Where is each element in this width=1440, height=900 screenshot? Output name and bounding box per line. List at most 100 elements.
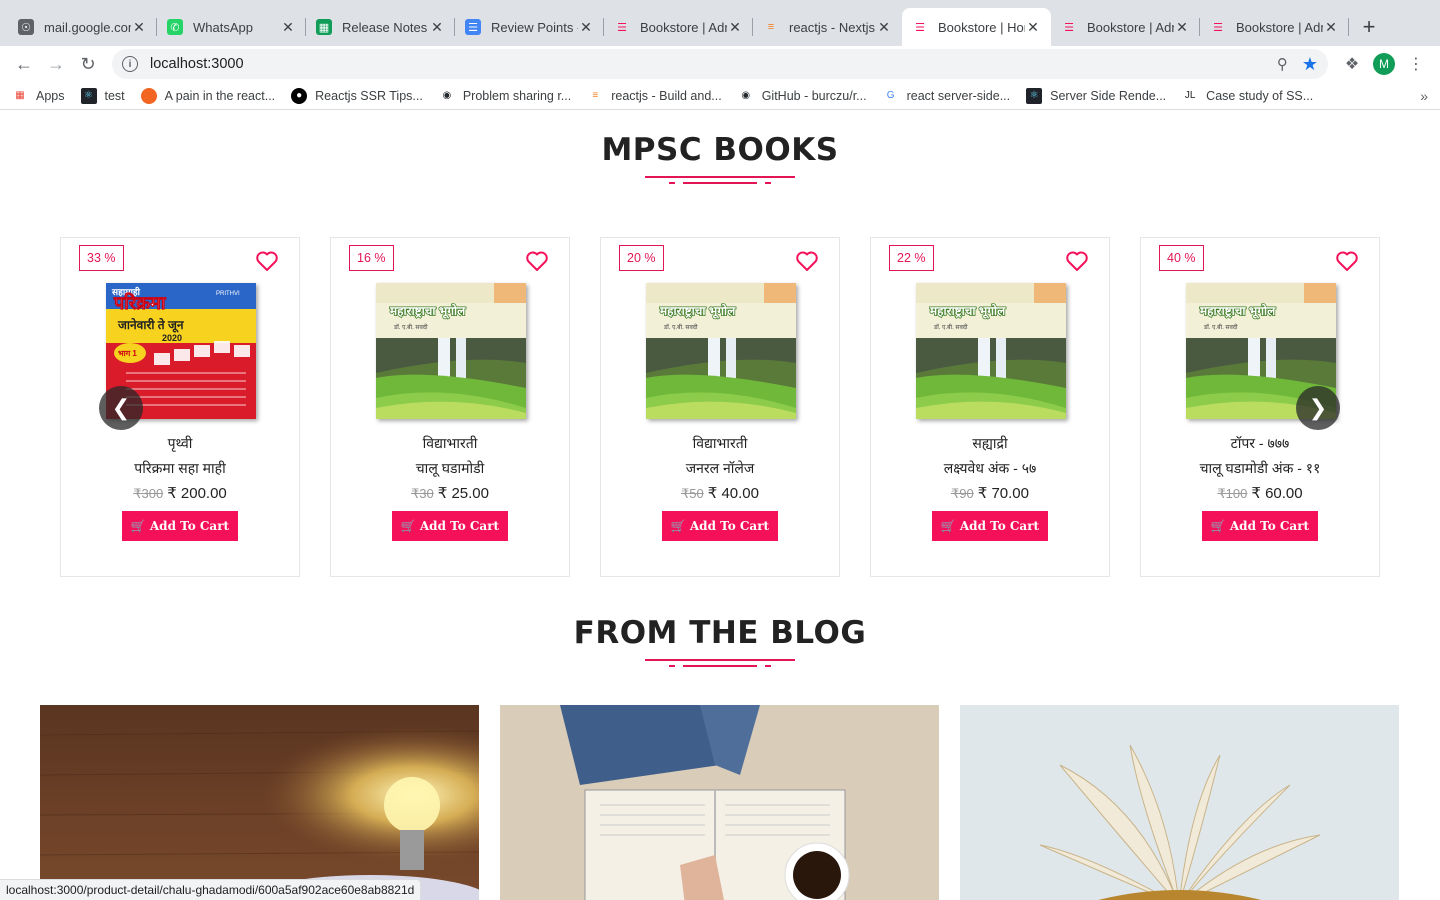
- bookmark-item[interactable]: ▦ Apps: [12, 88, 64, 104]
- close-icon[interactable]: ✕: [429, 19, 445, 36]
- browser-tab[interactable]: ☰ Bookstore | Adm ✕: [604, 8, 753, 46]
- close-icon[interactable]: ✕: [131, 19, 147, 36]
- book-cover-image: महाराष्ट्राचा भूगोल डॉ. ए.बी. सवदी: [916, 283, 1066, 419]
- book-cover-image: महाराष्ट्राचा भूगोल डॉ. ए.बी. सवदी: [376, 283, 526, 419]
- section-title: FROM THE BLOG: [573, 615, 867, 651]
- book-cover-image: महाराष्ट्राचा भूगोल डॉ. ए.बी. सवदी: [646, 283, 796, 419]
- heart-icon[interactable]: [525, 250, 549, 272]
- blog-image-lightbulb[interactable]: [40, 705, 479, 900]
- apps-grid-icon: ▦: [15, 90, 25, 101]
- book-card[interactable]: 22 % महाराष्ट्राचा भूगोल डॉ. ए.बी. सवदी सह्…: [870, 237, 1110, 577]
- book-publisher: विद्याभारती: [692, 435, 748, 451]
- menu-button[interactable]: ⋮: [1400, 48, 1432, 80]
- avatar: M: [1373, 53, 1395, 75]
- book-cover[interactable]: महाराष्ट्राचा भूगोल डॉ. ए.बी. सवदी: [916, 283, 1066, 419]
- heart-icon[interactable]: [795, 250, 819, 272]
- blog-image-open-book[interactable]: [960, 705, 1399, 900]
- book-cover[interactable]: महाराष्ट्राचा भूगोल डॉ. ए.बी. सवदी: [376, 283, 526, 419]
- book-card[interactable]: 40 % महाराष्ट्राचा भूगोल डॉ. ए.बी. सवदी टॉप…: [1140, 237, 1380, 577]
- browser-tab[interactable]: ✆ WhatsApp ✕: [157, 8, 306, 46]
- blog-image-reading[interactable]: [500, 705, 939, 900]
- heart-icon[interactable]: [1065, 250, 1089, 272]
- book-title[interactable]: चालू घडामोडी अंक - ११: [1141, 459, 1379, 478]
- browser-tab[interactable]: ☉ mail.google.com ✕: [8, 8, 157, 46]
- blog-section-header: FROM THE BLOG: [0, 615, 1440, 671]
- books-section-header: MPSC BOOKS: [0, 132, 1440, 188]
- book-title[interactable]: चालू घडामोडी: [331, 459, 569, 478]
- cover-author-text: डॉ. ए.बी. सवदी: [663, 323, 698, 331]
- add-to-cart-label: Add To Cart: [149, 519, 230, 533]
- close-icon[interactable]: ✕: [1323, 19, 1339, 36]
- close-icon[interactable]: ✕: [727, 19, 743, 36]
- cart-icon: 🛒: [130, 519, 146, 533]
- address-url[interactable]: localhost:3000: [150, 56, 1263, 72]
- book-card[interactable]: 20 % महाराष्ट्राचा भूगोल डॉ. ए.बी. सवदी विद…: [600, 237, 840, 577]
- carousel-prev-button[interactable]: ❮: [99, 386, 143, 430]
- close-icon[interactable]: ✕: [578, 19, 594, 36]
- bookmarks-overflow-button[interactable]: »: [1420, 88, 1428, 104]
- carousel-next-button[interactable]: ❯: [1296, 386, 1340, 430]
- bookmark-item[interactable]: JL Case study of SS...: [1182, 88, 1313, 104]
- bookstore-icon: ☰: [617, 21, 627, 34]
- address-bar[interactable]: i localhost:3000 ⚲ ★: [112, 49, 1328, 79]
- browser-tab[interactable]: ☰ Bookstore | Adm ✕: [1200, 8, 1349, 46]
- book-card[interactable]: 33 % सहामाही PRITHVI परिक्रमा जानेवारी ते जू…: [60, 237, 300, 577]
- bookmark-item[interactable]: Greact server-side...: [883, 88, 1010, 104]
- reload-icon: ↻: [80, 53, 96, 74]
- bookmark-label: Reactjs SSR Tips...: [315, 88, 423, 103]
- discount-badge: 20 %: [619, 245, 664, 271]
- section-title: MPSC BOOKS: [601, 132, 839, 168]
- google-icon: G: [886, 90, 895, 101]
- extensions-button[interactable]: ❖: [1336, 48, 1368, 80]
- add-to-cart-button[interactable]: 🛒 Add To Cart: [122, 511, 238, 541]
- add-to-cart-button[interactable]: 🛒 Add To Cart: [932, 511, 1048, 541]
- stackoverflow-icon: ≡: [767, 21, 775, 33]
- book-card[interactable]: 16 % महाराष्ट्राचा भूगोल डॉ. ए.बी. सवदी विद…: [330, 237, 570, 577]
- book-title[interactable]: लक्ष्यवेध अंक - ५७: [871, 459, 1109, 478]
- bookmark-item[interactable]: ◉ Problem sharing r...: [439, 88, 571, 104]
- browser-tab[interactable]: ☰ Review Points - ✕: [455, 8, 604, 46]
- heart-icon[interactable]: [255, 250, 279, 272]
- add-to-cart-button[interactable]: 🛒 Add To Cart: [392, 511, 508, 541]
- cover-author-text: डॉ. ए.बी. सवदी: [393, 323, 428, 331]
- new-tab-button[interactable]: +: [1349, 8, 1389, 46]
- book-title[interactable]: जनरल नॉलेज: [601, 459, 839, 478]
- close-icon[interactable]: ✕: [1174, 19, 1190, 36]
- bookstore-icon: ☰: [1213, 21, 1223, 34]
- bookmark-item[interactable]: ⚛ test: [80, 87, 125, 104]
- back-button[interactable]: ←: [8, 48, 40, 80]
- bookmark-item[interactable]: ● Reactjs SSR Tips...: [291, 87, 423, 104]
- browser-tab[interactable]: ☰ Bookstore | Adm ✕: [1051, 8, 1200, 46]
- bookmark-item[interactable]: ⚛ Server Side Rende...: [1026, 87, 1166, 104]
- profile-button[interactable]: M: [1368, 48, 1400, 80]
- add-to-cart-label: Add To Cart: [1229, 519, 1310, 533]
- close-icon[interactable]: ✕: [1025, 19, 1041, 36]
- bookmark-item[interactable]: ≡ reactjs - Build and...: [587, 88, 721, 104]
- book-publisher: पृथ्वी: [167, 435, 193, 451]
- page-content: MPSC BOOKS 33 % सहामाही PRITHVI परिक्रमा जान…: [0, 110, 1440, 900]
- tab-title: reactjs - Nextjs: [789, 19, 875, 35]
- bookmark-item[interactable]: ● A pain in the react...: [140, 87, 275, 104]
- add-to-cart-button[interactable]: 🛒 Add To Cart: [662, 511, 778, 541]
- forward-button[interactable]: →: [40, 48, 72, 80]
- github-icon: ◉: [442, 90, 452, 101]
- close-icon[interactable]: ✕: [280, 19, 296, 36]
- star-icon[interactable]: ★: [1302, 54, 1318, 75]
- close-icon[interactable]: ✕: [876, 19, 892, 36]
- browser-toolbar: ← → ↻ i localhost:3000 ⚲ ★ ❖ M ⋮: [0, 46, 1440, 82]
- book-title[interactable]: परिक्रमा सहा माही: [61, 459, 299, 478]
- cover-author-text: डॉ. ए.बी. सवदी: [1203, 323, 1238, 331]
- reading-photo: [500, 705, 939, 900]
- browser-tab[interactable]: ☰ Bookstore | Hom ✕: [902, 8, 1051, 46]
- browser-tab[interactable]: ▦ Release Notes ✕: [306, 8, 455, 46]
- key-icon[interactable]: ⚲: [1277, 55, 1288, 73]
- bookmark-item[interactable]: ◉ GitHub - burczu/r...: [738, 88, 866, 104]
- cover-title-text: महाराष्ट्राचा भूगोल: [1199, 304, 1276, 319]
- reload-button[interactable]: ↻: [72, 48, 104, 80]
- discount-badge: 33 %: [79, 245, 124, 271]
- add-to-cart-button[interactable]: 🛒 Add To Cart: [1202, 511, 1318, 541]
- book-cover[interactable]: महाराष्ट्राचा भूगोल डॉ. ए.बी. सवदी: [646, 283, 796, 419]
- heart-icon[interactable]: [1335, 250, 1359, 272]
- info-icon[interactable]: i: [122, 56, 138, 72]
- browser-tab[interactable]: ≡ reactjs - Nextjs ✕: [753, 8, 902, 46]
